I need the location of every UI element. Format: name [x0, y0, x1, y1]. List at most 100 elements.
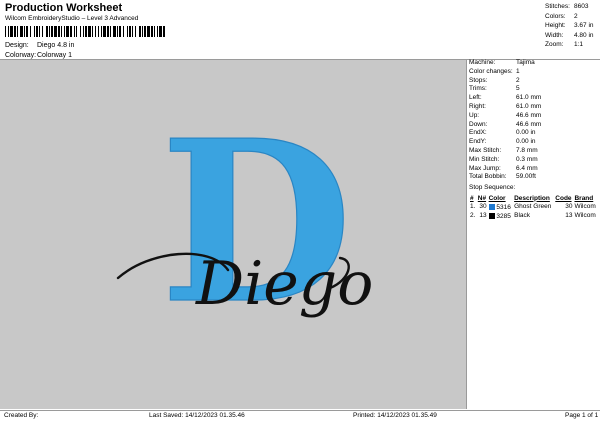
summary-stat-label: Height: [545, 22, 566, 30]
machine-details: Machine: Tajima Color changes: 1 Stops: 2 Trim… [469, 59, 599, 183]
barcode-bar [151, 26, 153, 37]
cell-description: Black [514, 212, 531, 220]
detail-value: 7.8 mm [516, 146, 538, 154]
detail-value: 61.0 mm [516, 94, 542, 102]
barcode-bar [51, 26, 53, 37]
barcode-bar [36, 26, 38, 37]
barcode-bar [98, 26, 99, 37]
colorway-row: Colorway:Colorway 1 [5, 52, 72, 59]
barcode-bar [10, 26, 13, 37]
barcode-bar [147, 26, 150, 37]
summary-stat-value: 3.67 in [574, 22, 594, 30]
table-row: 2. 13 3285 Black 13 Wilcom [469, 212, 598, 221]
footer-divider [0, 410, 600, 411]
barcode-bar [66, 26, 69, 37]
barcode-bar [5, 26, 6, 37]
detail-row: Total Bobbin: 59.00ft [469, 174, 599, 183]
software-name: Wilcom EmbroideryStudio – Level 3 Advanc… [5, 15, 139, 22]
barcode-bar [139, 26, 141, 37]
barcode-bar [85, 26, 87, 37]
cell-index: 1. [470, 203, 476, 211]
detail-value: Tajima [516, 59, 535, 66]
color-swatch [488, 212, 495, 219]
detail-value: 6.4 mm [516, 164, 538, 172]
detail-value: 61.0 mm [516, 102, 542, 110]
barcode-bar [144, 26, 146, 37]
colorway-value: Colorway 1 [37, 52, 73, 59]
barcode-bar [163, 26, 165, 37]
cell-n: 13 [479, 212, 487, 220]
stop-sequence-header: # N# Color Description Code Brand [469, 195, 598, 203]
detail-label: EndX: [469, 129, 487, 137]
summary-stat-label: Width: [545, 31, 564, 39]
detail-label: Min Stitch: [469, 155, 500, 163]
summary-stat-value: 4.80 in [574, 31, 594, 39]
detail-row: Color changes: 1 [469, 67, 599, 78]
design-value: Diego 4.8 in [37, 42, 75, 49]
barcode-bar [132, 26, 133, 37]
color-code: 3285 [496, 212, 511, 220]
detail-label: Stops: [469, 76, 488, 84]
detail-value: 0.3 mm [516, 155, 538, 163]
barcode-bar [80, 26, 81, 37]
cell-description: Ghost Green [514, 203, 552, 211]
barcode-bar [119, 26, 121, 37]
detail-value: 1 [516, 67, 520, 75]
col-brand: Brand [574, 194, 594, 202]
barcode-bar [58, 26, 60, 37]
col-color: Color [488, 194, 506, 202]
barcode [5, 26, 165, 37]
detail-label: Max Jump: [469, 164, 501, 172]
summary-stat-value: 2 [574, 12, 578, 20]
barcode-bar [14, 26, 16, 37]
barcode-bar [123, 26, 124, 37]
cell-color: 5316 [488, 203, 514, 212]
barcode-bar [92, 26, 93, 37]
barcode-bar [26, 26, 28, 37]
barcode-bar [127, 26, 128, 37]
stop-sequence-title: Stop Sequence: [469, 184, 516, 191]
summary-stat-value: 1:1 [574, 41, 584, 49]
barcode-bar [74, 26, 75, 37]
barcode-bar [54, 26, 57, 37]
barcode-bar [103, 26, 106, 37]
detail-label: Left: [469, 94, 482, 102]
barcode-bar [95, 26, 96, 37]
cell-code: 30 [565, 203, 573, 211]
detail-value: 0.00 in [516, 129, 536, 137]
detail-value: 46.6 mm [516, 111, 542, 119]
barcode-bar [30, 26, 31, 37]
footer-page-number: Page 1 of 1 [565, 412, 599, 419]
barcode-bar [46, 26, 48, 37]
detail-label: Color changes: [469, 67, 513, 75]
barcode-bar [49, 26, 50, 37]
cell-code: 13 [565, 212, 573, 220]
detail-label: Trims: [469, 85, 487, 93]
cell-color: 3285 [488, 212, 514, 221]
barcode-bar [8, 26, 9, 37]
detail-label: Max Stitch: [469, 146, 502, 154]
barcode-bar [83, 26, 84, 37]
barcode-bar [76, 26, 77, 37]
col-description: Description [514, 194, 550, 202]
summary-stat-label: Zoom: [545, 41, 564, 49]
summary-stats: Stitches: 8603 Colors: 2 Height: 3.67 in Width… [545, 3, 594, 52]
embroidery-design: D Diego [116, 92, 373, 354]
barcode-bar [24, 26, 25, 37]
summary-stat-label: Colors: [545, 12, 566, 20]
summary-stat-label: Stitches: [545, 3, 570, 10]
barcode-bar [70, 26, 72, 37]
detail-value: 2 [516, 76, 520, 84]
footer-last-saved: Last Saved: 14/12/2023 01.35.46 [149, 412, 245, 419]
barcode-bar [42, 26, 43, 37]
summary-stat-value: 8603 [574, 3, 589, 10]
design-label: Design: [5, 42, 29, 49]
detail-label: EndY: [469, 138, 487, 146]
detail-value: 5 [516, 85, 520, 93]
barcode-bar [159, 26, 162, 37]
color-code: 5316 [496, 203, 511, 211]
barcode-bar [129, 26, 131, 37]
detail-label: Up: [469, 111, 480, 119]
design-row: Design: Diego 4.8 in [5, 42, 74, 49]
detail-value: 46.6 mm [516, 120, 542, 128]
